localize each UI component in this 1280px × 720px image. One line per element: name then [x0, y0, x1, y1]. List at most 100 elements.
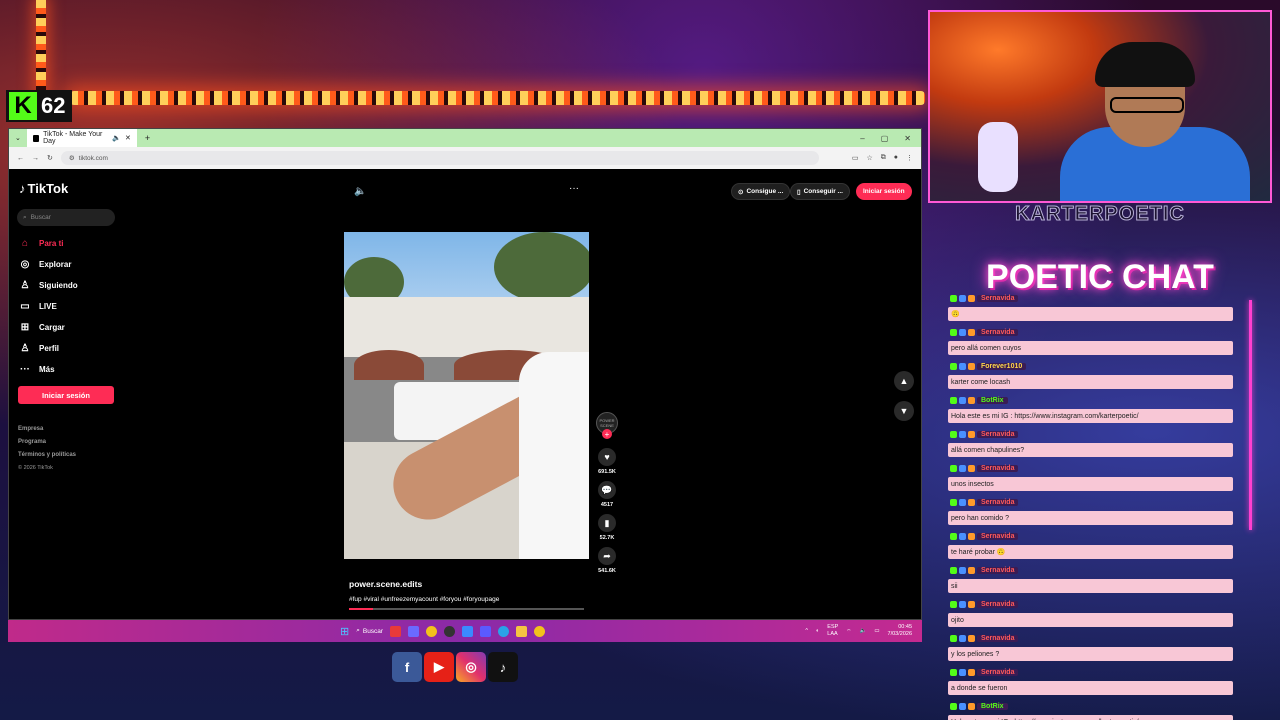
chat-username[interactable]: BotRix — [977, 702, 1008, 710]
obs-icon[interactable] — [444, 625, 456, 637]
next-video-button[interactable]: ▼ — [894, 401, 914, 421]
file-explorer-icon[interactable] — [516, 625, 528, 637]
site-info-icon[interactable]: ⚙ — [69, 154, 75, 162]
sidebar-item-siguiendo[interactable]: ♙ Siguiendo — [19, 275, 129, 296]
volume-icon[interactable]: 🔈 — [354, 186, 366, 197]
chat-username[interactable]: BotRix — [977, 396, 1008, 404]
footer-link-empresa[interactable]: Empresa — [18, 423, 76, 436]
bookmark-star-icon[interactable]: ☆ — [866, 154, 872, 162]
maximize-button[interactable]: ▢ — [881, 134, 889, 143]
chat-text: Hola este es mi IG : https://www.instagr… — [948, 409, 1233, 423]
chat-text: pero allá comen cuyos — [948, 341, 1233, 355]
share-action[interactable]: ➦ 541.6K — [596, 547, 618, 574]
get-coins-button[interactable]: ⊙ Consigue ... — [731, 183, 791, 200]
save-action[interactable]: ▮ 52.7K — [596, 514, 618, 541]
url-input[interactable]: ⚙ tiktok.com — [60, 151, 819, 165]
chat-message: Sernavida unos insectos — [946, 460, 1250, 494]
sidebar-item-label: Explorar — [39, 260, 72, 269]
chat-username[interactable]: Sernavida — [977, 668, 1019, 676]
creator-avatar[interactable]: POWER SCENE + — [596, 412, 618, 439]
install-app-icon[interactable]: ▭ — [852, 154, 859, 162]
gift-badge-icon — [968, 702, 975, 710]
phone-icon: ▯ — [797, 188, 801, 196]
sidebar-item-live[interactable]: ▭ LIVE — [19, 296, 129, 317]
chat-scrollbar[interactable] — [1249, 300, 1252, 530]
chat-username[interactable]: Sernavida — [977, 600, 1019, 608]
windows-start-icon[interactable]: ⊞ — [340, 625, 349, 638]
search-icon: ⌕ — [356, 627, 360, 634]
taskbar-search[interactable]: ⌕ Buscar — [356, 627, 383, 635]
forward-icon[interactable]: → — [32, 155, 39, 162]
lang-top: ESP — [827, 624, 839, 630]
chat-username[interactable]: Sernavida — [977, 430, 1019, 438]
address-bar-row: ← → ↻ ⚙ tiktok.com ▭ ☆ ⧉ ● ⋮ — [9, 147, 921, 170]
tray-app-icon[interactable]: ◐ — [816, 628, 819, 634]
search-input[interactable]: ⌕ Buscar — [17, 209, 115, 226]
video-caption[interactable]: #fup #viral #unfreezemyacount #foryou #f… — [349, 596, 499, 603]
speaker-icon[interactable]: 🔈 — [859, 628, 866, 634]
video-actions: POWER SCENE + ♥ 691.5K 💬 4517 ▮ 52.7K ➦ … — [596, 412, 618, 580]
sidebar-item-cargar[interactable]: ⊞ Cargar — [19, 317, 129, 338]
chat-username[interactable]: Sernavida — [977, 498, 1019, 506]
tab-close-icon[interactable]: ✕ — [125, 134, 131, 142]
sidebar-item-para-ti[interactable]: ⌂ Para ti — [19, 233, 129, 254]
chat-username[interactable]: Sernavida — [977, 294, 1019, 302]
browser-tab[interactable]: TikTok - Make Your Day 🔈 ✕ — [26, 129, 137, 147]
battery-icon[interactable]: ▭ — [874, 628, 879, 634]
video-progress-bar[interactable] — [349, 608, 584, 610]
tray-chevron-icon[interactable]: ^ — [805, 628, 808, 634]
browser-menu-icon[interactable]: ⋮ — [906, 154, 913, 162]
sidebar-login-button[interactable]: Iniciar sesión — [18, 386, 114, 404]
chrome-icon[interactable] — [534, 625, 546, 637]
footer-link-terminos[interactable]: Términos y políticas — [18, 449, 76, 462]
header-login-button[interactable]: Iniciar sesión — [856, 183, 912, 200]
kick-badge-icon — [950, 634, 957, 642]
reload-icon[interactable]: ↻ — [47, 154, 53, 162]
extensions-icon[interactable]: ⧉ — [881, 154, 886, 162]
chat-username[interactable]: Sernavida — [977, 464, 1019, 472]
get-app-button[interactable]: ▯ Conseguir ... — [790, 183, 850, 200]
sidebar-item-mas[interactable]: ··· Más — [19, 359, 129, 380]
discord-icon[interactable] — [480, 625, 492, 637]
app-icon[interactable] — [408, 625, 420, 637]
close-window-button[interactable]: ✕ — [904, 134, 911, 143]
chat-username[interactable]: Sernavida — [977, 532, 1019, 540]
footer-link-programa[interactable]: Programa — [18, 436, 76, 449]
tiktok-logo[interactable]: ♪ TikTok — [19, 181, 68, 196]
chat-username[interactable]: Forever1010 — [977, 362, 1027, 370]
video-frame-arch — [354, 350, 424, 380]
chat-username[interactable]: Sernavida — [977, 634, 1019, 642]
wifi-icon[interactable]: ⌔ — [846, 628, 851, 635]
video-more-icon[interactable]: ··· — [569, 183, 579, 194]
video-author[interactable]: power.scene.edits — [349, 579, 422, 589]
share-icon[interactable]: ➦ — [598, 547, 616, 565]
tab-list-icon[interactable]: ⌄ — [9, 134, 27, 142]
streamer-figure — [1050, 42, 1250, 201]
minimize-button[interactable]: – — [860, 134, 864, 143]
previous-video-button[interactable]: ▲ — [894, 371, 914, 391]
heart-icon[interactable]: ♥ — [598, 448, 616, 466]
sidebar-item-perfil[interactable]: ♙ Perfil — [19, 338, 129, 359]
profile-icon[interactable]: ● — [894, 154, 898, 162]
comment-action[interactable]: 💬 4517 — [596, 481, 618, 508]
sidebar-item-explorar[interactable]: ◎ Explorar — [19, 254, 129, 275]
chat-username[interactable]: Sernavida — [977, 566, 1019, 574]
language-indicator[interactable]: ESP LAA — [827, 624, 838, 638]
app-icon[interactable] — [390, 625, 402, 637]
edge-icon[interactable] — [498, 625, 510, 637]
tiktok-favicon-icon — [32, 134, 40, 142]
app-icon[interactable] — [462, 625, 474, 637]
video-frame-wall — [344, 297, 589, 357]
like-action[interactable]: ♥ 691.5K — [596, 448, 618, 475]
video-player[interactable] — [344, 232, 589, 559]
chat-username[interactable]: Sernavida — [977, 328, 1019, 336]
back-icon[interactable]: ← — [17, 155, 24, 162]
get-app-label: Conseguir ... — [803, 188, 843, 195]
bookmark-icon[interactable]: ▮ — [598, 514, 616, 532]
tab-audio-icon[interactable]: 🔈 — [112, 134, 121, 142]
chrome-icon[interactable] — [426, 625, 438, 637]
follow-plus-icon[interactable]: + — [602, 429, 612, 439]
new-tab-button[interactable]: + — [137, 133, 158, 143]
taskbar-clock[interactable]: 00:45 7/03/2026 — [888, 624, 912, 638]
comment-icon[interactable]: 💬 — [598, 481, 616, 499]
